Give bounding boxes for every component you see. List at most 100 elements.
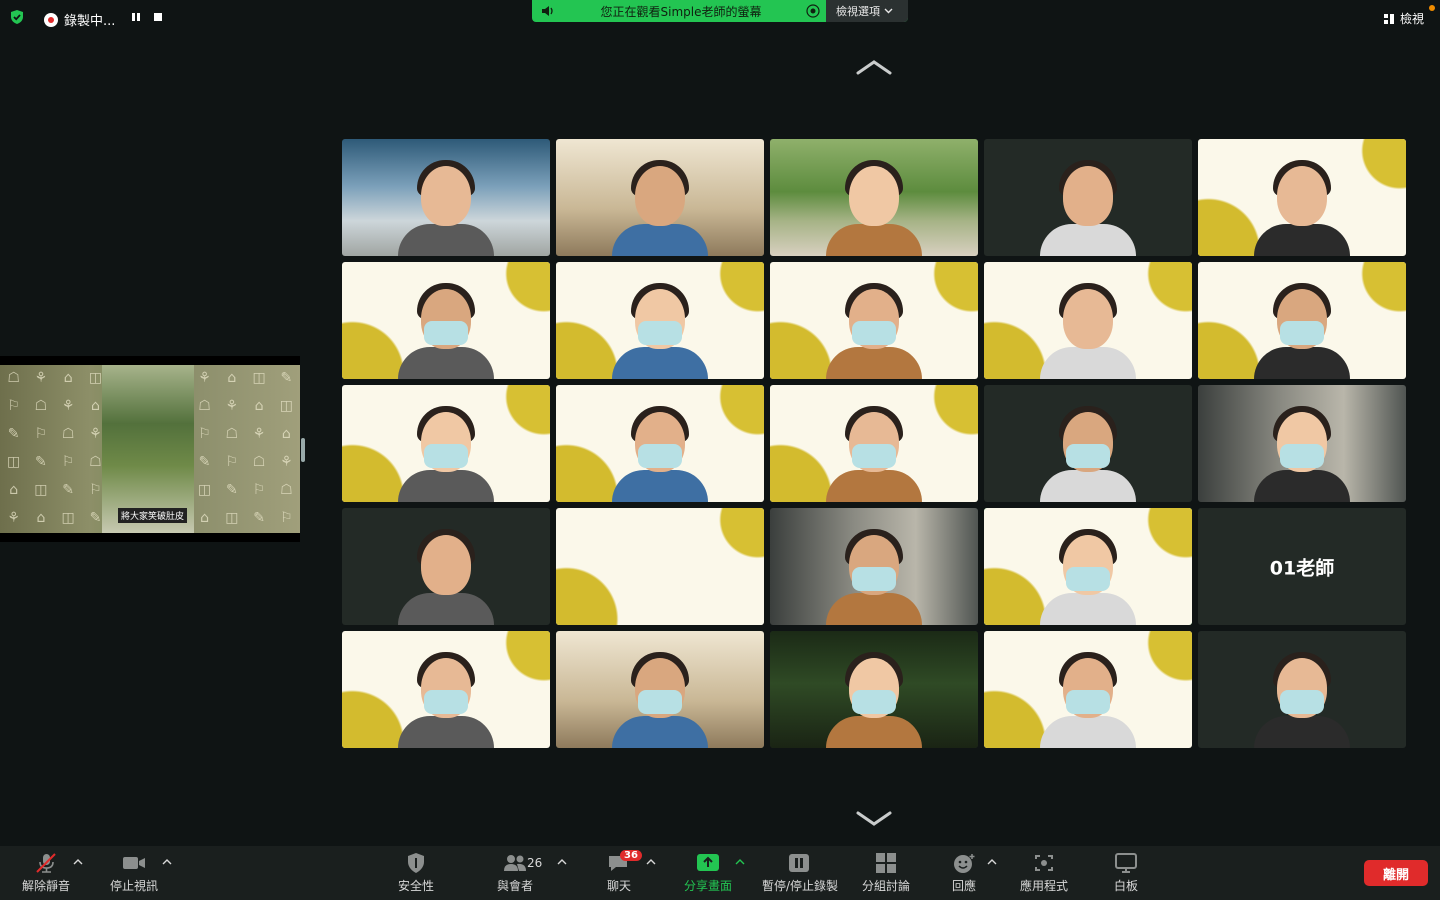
participant-video-tile[interactable] — [1198, 262, 1406, 379]
participant-video-tile[interactable] — [984, 139, 1192, 256]
view-options-button[interactable]: 檢視選項 — [826, 0, 908, 22]
participant-video-tile[interactable] — [1198, 631, 1406, 748]
security-button[interactable]: 安全性 — [398, 852, 434, 894]
participant-figure — [1040, 648, 1136, 748]
smiley-icon — [954, 854, 975, 873]
video-options-caret-icon[interactable] — [162, 858, 172, 866]
breakout-rooms-button[interactable]: 分組討論 — [862, 852, 910, 894]
share-screen-icon — [697, 854, 719, 871]
whiteboard-label: 白板 — [1113, 879, 1138, 893]
pattern-glyph: ⚐ — [198, 426, 211, 442]
participants-label: 與會者 — [497, 879, 534, 893]
grid-view-icon — [1383, 13, 1394, 24]
participant-video-tile[interactable] — [770, 262, 978, 379]
security-label: 安全性 — [398, 879, 435, 893]
stop-video-button[interactable]: 停止視訊 — [110, 852, 158, 894]
participant-figure — [826, 279, 922, 379]
security-shield-icon[interactable] — [9, 9, 25, 25]
pattern-glyph: ⚐ — [34, 426, 48, 442]
reactions-button[interactable]: 回應 — [951, 852, 977, 894]
pattern-glyph: ✎ — [225, 482, 238, 498]
leave-meeting-button[interactable]: 離開 — [1364, 860, 1428, 886]
participant-video-tile[interactable] — [984, 385, 1192, 502]
recording-label: 錄製中... — [64, 14, 116, 29]
participant-video-tile[interactable] — [770, 385, 978, 502]
participant-video-tile[interactable] — [984, 631, 1192, 748]
shared-screen-thumbnail[interactable]: ☖ ⚘ ⌂ ◫ ✎ ⚐ ☖ ⚘ ⌂ ◫ ✎ ⚐ ☖ ⚘ ⌂ ◫ ✎ ⚐ ☖ ⚘ ⌂ ◫ ✎ ⚐ ☖ ⚘ ⌂ ◫ ✎ ⚐ ☖ ⚘ ⌂ ◫ ✎ ⚐ ☖ ⚘ ⌂ ◫… — [0, 356, 300, 542]
stop-recording-icon[interactable] — [153, 12, 163, 22]
view-button[interactable]: 檢視 — [1383, 10, 1424, 27]
breakout-rooms-icon — [876, 853, 896, 873]
share-options-caret-icon[interactable] — [735, 858, 745, 866]
participant-video-tile[interactable] — [556, 508, 764, 625]
participant-figure — [1040, 525, 1136, 625]
participant-video-tile[interactable] — [770, 139, 978, 256]
pattern-glyph: ☖ — [61, 426, 75, 442]
pattern-glyph: ⚐ — [280, 510, 293, 526]
participant-video-tile[interactable] — [556, 262, 764, 379]
stop-video-label: 停止視訊 — [110, 879, 159, 893]
participants-caret-icon[interactable] — [557, 858, 567, 866]
pause-stop-recording-button[interactable]: 暫停/停止錄製 — [762, 852, 838, 894]
resize-handle[interactable] — [301, 438, 305, 462]
meeting-toolbar: 解除靜音 停止視訊 安全性 與會者 26 聊天 36 分享畫面 暫停/停止錄製 … — [0, 846, 1440, 900]
participant-video-tile[interactable] — [556, 631, 764, 748]
share-screen-button[interactable]: 分享畫面 — [684, 852, 732, 894]
participant-video-tile[interactable] — [1198, 139, 1406, 256]
whiteboard-button[interactable]: 白板 — [1113, 852, 1139, 894]
pattern-glyph: ◫ — [34, 482, 48, 498]
chat-caret-icon[interactable] — [646, 858, 656, 866]
record-dot-icon — [44, 12, 58, 27]
participant-video-tile[interactable] — [342, 508, 550, 625]
pattern-glyph: ✎ — [35, 454, 47, 470]
participant-video-tile[interactable] — [342, 385, 550, 502]
participant-video-tile[interactable]: 01老師 — [1198, 508, 1406, 625]
participant-video-tile[interactable] — [342, 631, 550, 748]
pattern-glyph: ⚐ — [252, 482, 266, 498]
leave-label: 離開 — [1382, 867, 1409, 883]
pattern-glyph: ⚘ — [61, 398, 75, 414]
unmute-label: 解除靜音 — [22, 879, 71, 893]
pattern-glyph: ⚘ — [34, 370, 48, 386]
video-gallery: 01老師 — [342, 139, 1406, 748]
apps-button[interactable]: 應用程式 — [1020, 852, 1068, 894]
participants-button[interactable]: 與會者 26 — [497, 852, 542, 894]
audio-options-caret-icon[interactable] — [73, 858, 83, 866]
view-label: 檢視 — [1399, 12, 1424, 26]
participant-video-tile[interactable] — [556, 385, 764, 502]
chat-label: 聊天 — [606, 879, 631, 893]
participant-video-tile[interactable] — [984, 262, 1192, 379]
participants-icon — [504, 855, 526, 871]
pattern-glyph: ◫ — [7, 454, 21, 470]
pause-recording-icon[interactable] — [131, 12, 141, 22]
scroll-down-icon[interactable] — [856, 810, 892, 828]
participant-video-tile[interactable] — [342, 139, 550, 256]
top-bar: 錄製中... 您正在觀看Simple老師的螢幕 檢視選項 檢視 — [0, 0, 1440, 34]
participant-video-tile[interactable] — [1198, 385, 1406, 502]
participant-video-tile[interactable] — [770, 631, 978, 748]
stop-share-icon[interactable] — [806, 4, 820, 18]
pattern-glyph: ✎ — [62, 482, 75, 498]
scroll-up-icon[interactable] — [856, 58, 892, 76]
participant-video-tile[interactable] — [556, 139, 764, 256]
reactions-label: 回應 — [951, 879, 976, 893]
pattern-glyph: ⌂ — [281, 426, 291, 442]
pattern-glyph: ◫ — [197, 482, 212, 498]
pattern-glyph: ⚘ — [280, 454, 293, 470]
pattern-glyph: ✎ — [7, 426, 20, 442]
participant-video-tile[interactable] — [770, 508, 978, 625]
record-label: 暫停/停止錄製 — [762, 879, 839, 893]
unmute-button[interactable]: 解除靜音 — [22, 852, 70, 894]
pattern-glyph: ⌂ — [254, 398, 264, 414]
apps-label: 應用程式 — [1020, 879, 1069, 893]
pattern-glyph: ☖ — [280, 482, 293, 498]
participant-figure — [826, 402, 922, 502]
pattern-glyph: ☖ — [198, 398, 211, 414]
pause-stop-icon — [789, 854, 810, 872]
reactions-caret-icon[interactable] — [987, 858, 997, 866]
chat-button[interactable]: 聊天 36 — [606, 850, 642, 894]
video-background — [556, 508, 764, 625]
active-speaker-tile[interactable] — [984, 508, 1192, 625]
participant-video-tile[interactable] — [342, 262, 550, 379]
pattern-glyph: ⚐ — [61, 454, 75, 470]
